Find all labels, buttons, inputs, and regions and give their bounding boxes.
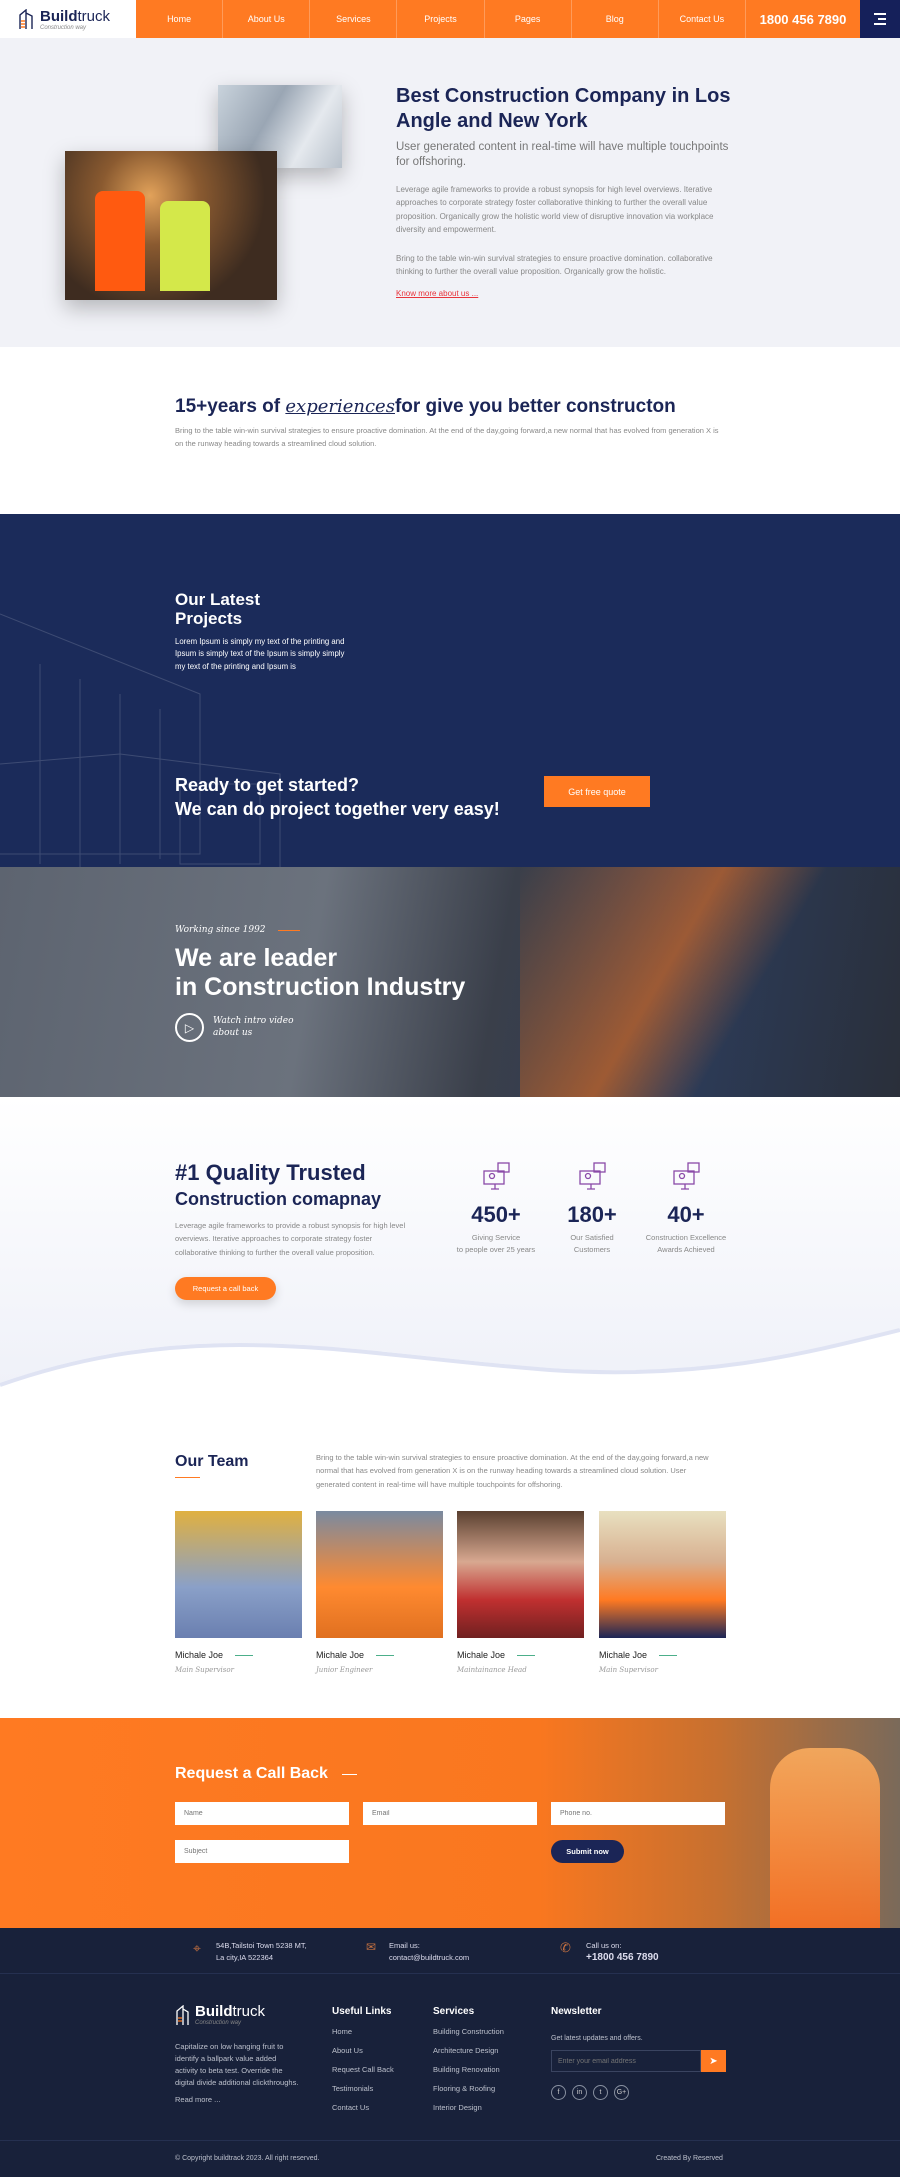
building-logo-icon	[176, 2004, 189, 2025]
logo[interactable]: Buildtruck Construction way	[0, 0, 136, 38]
get-free-quote-button[interactable]: Get free quote	[544, 776, 650, 807]
footer-link[interactable]: Building Construction	[433, 2027, 504, 2036]
stat-awards: 40+ Construction Excellence Awards Achieve…	[636, 1161, 736, 1256]
send-icon[interactable]: ➤	[701, 2050, 726, 2072]
phone-input[interactable]	[551, 1802, 725, 1825]
location-pin-icon: ⌖	[193, 1940, 201, 1956]
hero-title: Best Construction Company in Los Angle a…	[396, 85, 731, 132]
watch-video-link[interactable]: Watch intro video about us	[213, 1015, 294, 1039]
know-more-link[interactable]: Know more about us ...	[396, 289, 478, 298]
consultant-monitor-icon	[673, 1162, 700, 1190]
read-more-link[interactable]: Read more ...	[175, 2095, 220, 2104]
team-member-card[interactable]: Michale Joe Main Supervisor	[599, 1511, 726, 1674]
quality-title: #1 Quality Trusted Construction comapnay	[175, 1160, 382, 1209]
working-since: Working since 1992	[175, 925, 300, 935]
services-links: Services Building Construction Architectu…	[433, 2006, 504, 2112]
copyright: © Copyright buildtrack 2023. All right r…	[175, 2155, 320, 2162]
brand-name-light: truck	[77, 7, 111, 25]
member-photo	[457, 1511, 584, 1638]
twitter-icon[interactable]: t	[593, 2085, 608, 2100]
footer-about: Capitalize on low hanging fruit to ident…	[175, 2042, 299, 2087]
team-member-card[interactable]: Michale Joe Main Supervisor	[175, 1511, 302, 1674]
useful-links: Useful Links Home About Us Request Call Ba…	[332, 2006, 394, 2112]
header-phone[interactable]: 1800 456 7890	[746, 0, 860, 38]
experience-title: 15+years of experiencesfor give you bett…	[175, 396, 676, 417]
consultant-monitor-icon	[579, 1162, 606, 1190]
hero-paragraph-1: Leverage agile frameworks to provide a r…	[396, 185, 714, 234]
stat-service: 450+ Giving Service to people over 25 year…	[446, 1161, 546, 1256]
team-member-card[interactable]: Michale Joe Junior Engineer	[316, 1511, 443, 1674]
footer-link[interactable]: Contact Us	[332, 2103, 394, 2112]
member-photo	[599, 1511, 726, 1638]
footer-link[interactable]: Architecture Design	[433, 2046, 504, 2055]
newsletter-email-input[interactable]	[551, 2050, 701, 2072]
hero-subtitle: User generated content in real-time will…	[396, 141, 729, 168]
footer-link[interactable]: Flooring & Roofing	[433, 2084, 504, 2093]
nav-about[interactable]: About Us	[223, 0, 311, 38]
hero-paragraph-2: Bring to the table win-win survival stra…	[396, 254, 713, 277]
call-contact[interactable]: Call us on: +1800 456 7890	[586, 1940, 659, 1964]
nav-pages[interactable]: Pages	[485, 0, 572, 38]
google-plus-icon[interactable]: G+	[614, 2085, 629, 2100]
phone-icon: ✆	[560, 1940, 571, 1955]
submit-button[interactable]: Submit now	[551, 1840, 624, 1863]
facebook-icon[interactable]: f	[551, 2085, 566, 2100]
projects-title: Our Latest Projects	[175, 590, 261, 628]
nav-home[interactable]: Home	[136, 0, 224, 38]
footer-link[interactable]: About Us	[332, 2046, 394, 2055]
footer-link[interactable]: Home	[332, 2027, 394, 2036]
divider	[0, 2140, 900, 2141]
footer-link[interactable]: Interior Design	[433, 2103, 504, 2112]
wave-divider	[0, 1328, 900, 1403]
nav-projects[interactable]: Projects	[397, 0, 485, 38]
email-input[interactable]	[363, 1802, 537, 1825]
experience-text: Bring to the table win-win survival stra…	[175, 426, 719, 449]
footer-logo[interactable]: Buildtruck Construction way	[175, 2003, 265, 2026]
footer-link[interactable]: Request Call Back	[332, 2065, 394, 2074]
title-underline	[175, 1477, 200, 1478]
request-call-back-button[interactable]: Request a call back	[175, 1277, 276, 1300]
nav-blog[interactable]: Blog	[572, 0, 659, 38]
mail-icon: ✉	[366, 1940, 377, 1954]
cta-heading: Ready to get started? We can do project t…	[175, 775, 500, 819]
engineers-site-photo	[65, 151, 277, 300]
engineer-photo	[770, 1748, 880, 1928]
team-member-card[interactable]: Michale Joe Maintainance Head	[457, 1511, 584, 1674]
email-contact[interactable]: Email us: contact@buildtruck.com	[389, 1940, 469, 1964]
play-video-icon[interactable]: ▷	[175, 1013, 204, 1042]
safety-harness-photo	[520, 867, 900, 1097]
building-logo-icon	[19, 9, 33, 29]
credit: Created By Reserved	[656, 2155, 723, 2162]
team-text: Bring to the table win-win survival stra…	[316, 1453, 709, 1489]
subject-input[interactable]	[175, 1840, 349, 1863]
nav-contact[interactable]: Contact Us	[659, 0, 746, 38]
brand-tagline: Construction way	[40, 24, 87, 31]
linkedin-icon[interactable]: in	[572, 2085, 587, 2100]
footer-link[interactable]: Testimonials	[332, 2084, 394, 2093]
nav-services[interactable]: Services	[310, 0, 398, 38]
brand-name: Build	[40, 7, 78, 25]
name-input[interactable]	[175, 1802, 349, 1825]
address: 54B,Tailstoi Town 5238 MT, La city,IA 522…	[216, 1941, 307, 1962]
team-title: Our Team	[175, 1453, 249, 1470]
newsletter: Newsletter Get latest updates and offers…	[551, 2006, 726, 2100]
quality-text: Leverage agile frameworks to provide a r…	[175, 1221, 406, 1257]
projects-text: Lorem Ipsum is simply my text of the pri…	[175, 637, 345, 671]
stat-customers: 180+ Our Satisfied Customers	[542, 1161, 642, 1256]
callback-title: Request a Call Back	[175, 1765, 357, 1783]
divider	[0, 1973, 900, 1974]
hamburger-menu-icon[interactable]	[860, 0, 900, 38]
footer-link[interactable]: Building Renovation	[433, 2065, 504, 2074]
leader-title: We are leader in Construction Industry	[175, 944, 466, 1001]
main-nav: Home About Us Services Projects Pages Bl…	[136, 0, 746, 38]
consultant-monitor-icon	[483, 1162, 510, 1190]
member-photo	[175, 1511, 302, 1638]
member-photo	[316, 1511, 443, 1638]
